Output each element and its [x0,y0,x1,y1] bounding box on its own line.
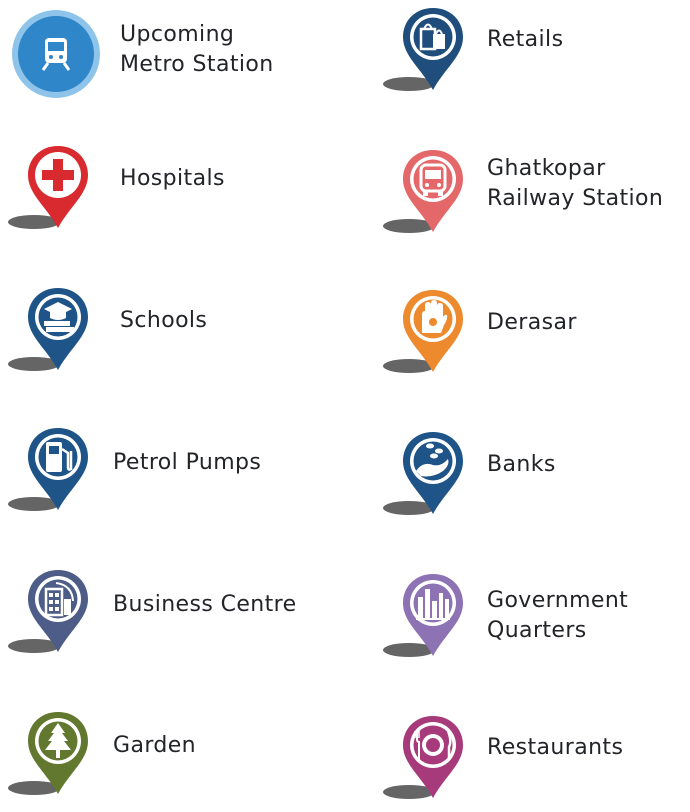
shopping-bags-icon [383,4,479,104]
plate-cutlery-icon [383,712,479,812]
legend-label-line: Quarters [487,618,587,643]
office-building-icon [8,566,104,666]
legend-label-garden: Garden [113,731,196,761]
legend-label-line: Hospitals [120,166,225,191]
legend-label-petrol: Petrol Pumps [113,448,261,478]
legend-label-metro: Upcoming Metro Station [120,20,274,80]
legend-label-line: Schools [120,308,208,333]
legend-label-government: Government Quarters [487,586,628,646]
legend-label-derasar: Derasar [487,308,577,338]
legend-label-line: Derasar [487,310,577,335]
legend-label-line: Business Centre [113,592,297,617]
legend-label-hospital: Hospitals [120,164,225,194]
medical-cross-icon [8,142,104,242]
fuel-pump-icon [8,424,104,524]
legend-label-school: Schools [120,306,207,336]
legend-label-line: Upcoming [120,22,235,47]
legend-label-line: Railway Station [487,186,664,211]
bus-icon [383,146,479,246]
legend-label-line: Ghatkopar [487,156,606,181]
legend-label-line: Petrol Pumps [113,450,262,475]
legend-label-line: Restaurants [487,735,624,760]
tree-icon [8,708,104,808]
city-skyline-icon [383,570,479,670]
legend-label-line: Garden [113,733,197,758]
legend-label-line: Metro Station [120,52,274,77]
jain-hand-icon [383,286,479,386]
coins-hand-icon [383,428,479,528]
graduation-books-icon [8,284,104,384]
legend-label-retail: Retails [487,25,563,55]
legend-label-line: Banks [487,452,556,477]
train-icon [8,6,104,106]
legend-label-business: Business Centre [113,590,297,620]
legend-label-line: Retails [487,27,564,52]
legend-label-bank: Banks [487,450,556,480]
legend-label-line: Government [487,588,629,613]
legend-label-restaurant: Restaurants [487,733,623,763]
legend-label-railway: Ghatkopar Railway Station [487,154,663,214]
